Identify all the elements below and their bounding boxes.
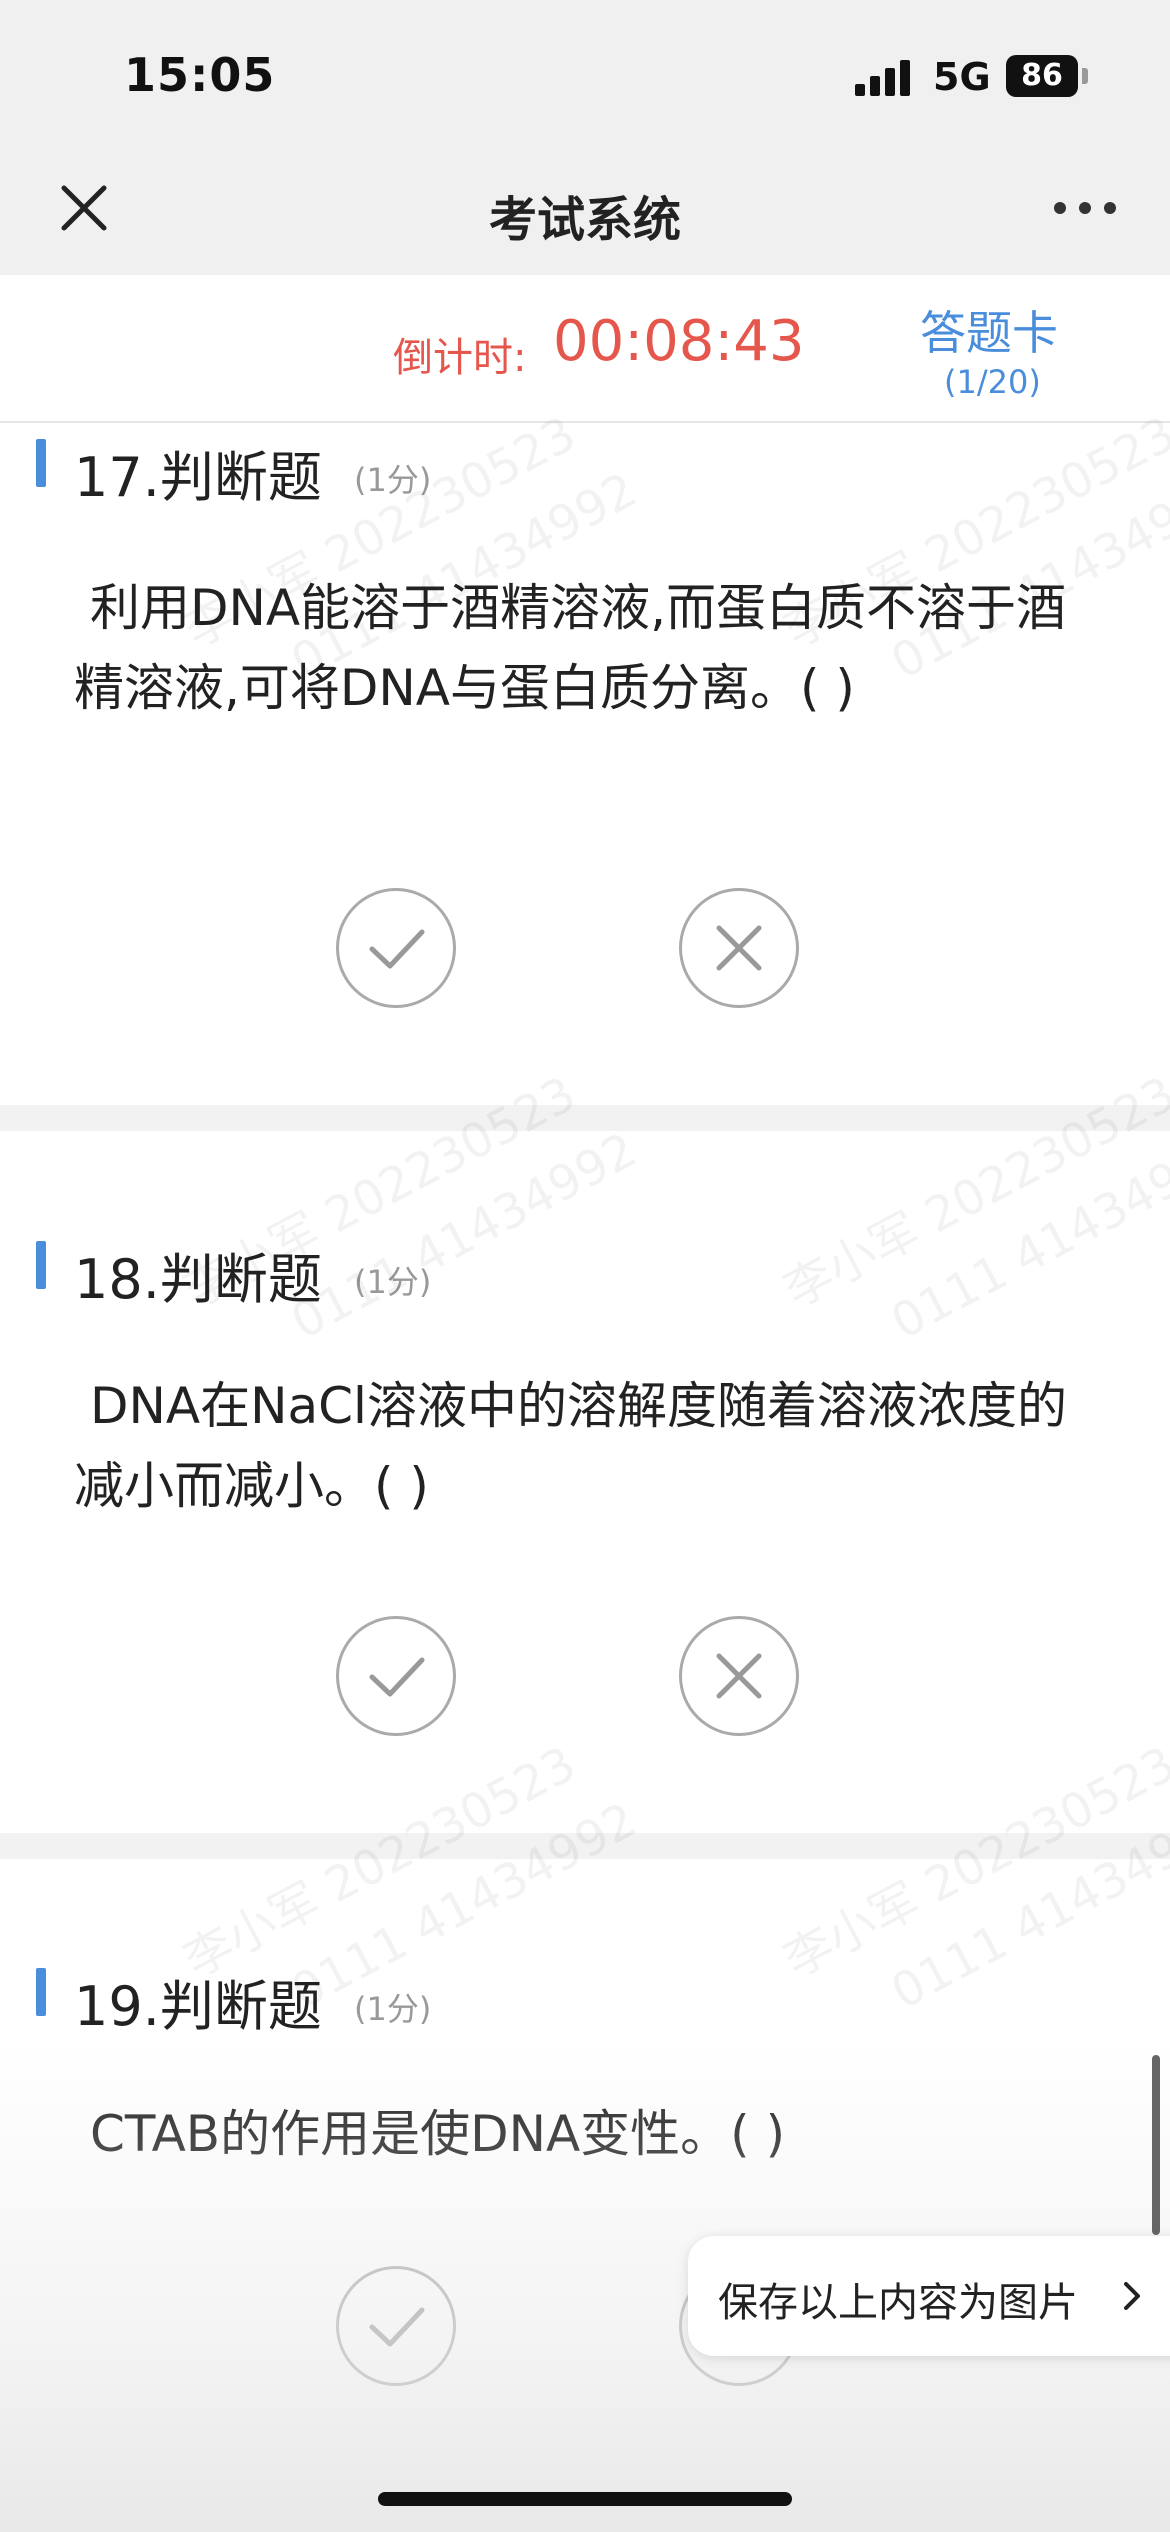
close-icon[interactable] — [56, 180, 112, 236]
true-option-button[interactable] — [336, 1616, 456, 1736]
question-score: (1分) — [354, 1263, 432, 1301]
check-icon — [369, 2307, 425, 2347]
true-option-button[interactable] — [336, 888, 456, 1008]
scrollbar[interactable] — [1152, 2055, 1160, 2235]
signal-icon — [855, 58, 915, 96]
status-time: 15:05 — [124, 48, 276, 102]
save-as-image-label: 保存以上内容为图片 — [718, 2280, 1078, 2326]
question-text: 利用DNA能溶于酒精溶液,而蛋白质不溶于酒精溶液,可将DNA与蛋白质分离。( ) — [74, 579, 1067, 717]
more-icon[interactable] — [1050, 188, 1120, 228]
nav-bar: 考试系统 — [0, 150, 1170, 275]
home-indicator[interactable] — [378, 2492, 792, 2506]
cross-icon — [716, 1653, 762, 1699]
question-title: 18.判断题 — [74, 1248, 322, 1311]
question-title: 19.判断题 — [74, 1975, 322, 2038]
question-title: 17.判断题 — [74, 446, 322, 509]
chevron-right-icon — [1118, 2276, 1146, 2316]
question-score: (1分) — [354, 1990, 432, 2028]
timer-bar: 倒计时: 00:08:43 答题卡 (1/20) — [0, 275, 1170, 423]
battery-tip — [1082, 68, 1088, 84]
divider — [0, 1833, 1170, 1859]
question-card: 18.判断题 (1分) DNA在NaCl溶液中的溶解度随着溶液浓度的减小而减小。… — [0, 1131, 1170, 1833]
false-option-button[interactable] — [679, 888, 799, 1008]
true-option-button[interactable] — [336, 2266, 456, 2386]
answer-card-button[interactable]: 答题卡 — [920, 297, 1058, 363]
page-title: 考试系统 — [488, 192, 681, 248]
save-as-image-button[interactable]: 保存以上内容为图片 — [688, 2236, 1170, 2356]
countdown-label: 倒计时: — [393, 335, 527, 381]
question-text: DNA在NaCl溶液中的溶解度随着溶液浓度的减小而减小。( ) — [74, 1377, 1067, 1515]
cross-icon — [716, 925, 762, 971]
question-marker — [36, 439, 46, 487]
check-icon — [369, 1657, 425, 1697]
countdown-value: 00:08:43 — [553, 309, 805, 374]
battery-icon: 86 — [1006, 55, 1078, 97]
question-card: 19.判断题 (1分) CTAB的作用是使DNA变性。( ) — [0, 1859, 1170, 2532]
answer-card-progress: (1/20) — [944, 363, 1041, 401]
status-bar: 15:05 5G 86 — [0, 0, 1170, 150]
question-score: (1分) — [354, 461, 432, 499]
false-option-button[interactable] — [679, 1616, 799, 1736]
question-card: 17.判断题 (1分) 利用DNA能溶于酒精溶液,而蛋白质不溶于酒精溶液,可将D… — [0, 423, 1170, 1105]
check-icon — [369, 929, 425, 969]
question-marker — [36, 1241, 46, 1289]
divider — [0, 1105, 1170, 1131]
question-marker — [36, 1968, 46, 2016]
question-text: CTAB的作用是使DNA变性。( ) — [90, 2105, 786, 2163]
network-type: 5G — [933, 55, 991, 99]
